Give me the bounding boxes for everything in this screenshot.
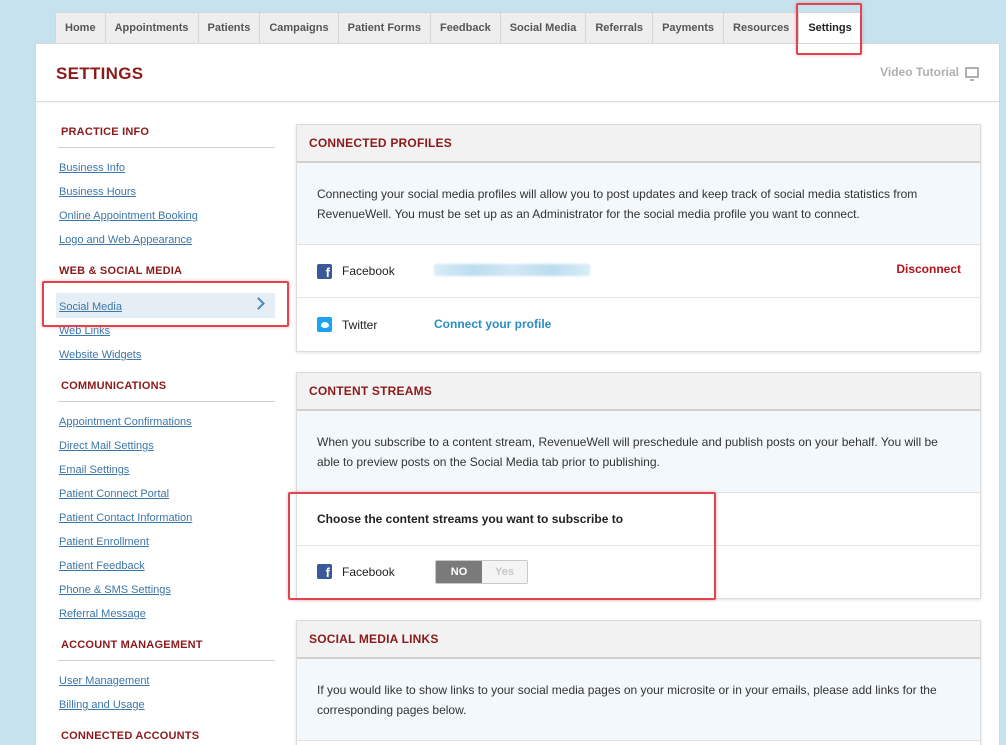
highlight-content-stream-toggle (288, 492, 716, 600)
sidebar-link-patient-contact-information[interactable]: Patient Contact Information (59, 512, 192, 524)
sidebar-link-patient-enrollment[interactable]: Patient Enrollment (59, 536, 149, 548)
facebook-profile-row: f Facebook Disconnect (297, 245, 980, 298)
twitter-icon (317, 317, 332, 332)
highlight-settings-tab (796, 3, 862, 55)
facebook-icon: f (317, 263, 332, 279)
connect-twitter-link[interactable]: Connect your profile (434, 317, 551, 331)
sidebar-link-phone-sms-settings[interactable]: Phone & SMS Settings (59, 584, 171, 596)
connected-profiles-panel: CONNECTED PROFILES Connecting your socia… (296, 124, 981, 352)
sidebar-link-patient-feedback[interactable]: Patient Feedback (59, 560, 145, 572)
sidebar-link-direct-mail-settings[interactable]: Direct Mail Settings (59, 440, 154, 452)
sidebar-divider (58, 147, 275, 148)
sidebar-link-business-hours[interactable]: Business Hours (59, 186, 136, 198)
tab-appointments[interactable]: Appointments (104, 12, 199, 43)
tab-patient-forms[interactable]: Patient Forms (337, 12, 431, 43)
content-streams-description-text: When you subscribe to a content stream, … (317, 434, 938, 469)
sidebar-link-online-appointment-booking[interactable]: Online Appointment Booking (59, 210, 198, 222)
social-media-links-description-text: If you would like to show links to your … (317, 682, 937, 717)
disconnect-facebook-link[interactable]: Disconnect (896, 262, 961, 276)
highlight-social-media-item (42, 281, 289, 327)
monitor-icon (965, 66, 979, 81)
sidebar-link-referral-message[interactable]: Referral Message (59, 608, 146, 620)
tab-payments[interactable]: Payments (652, 12, 725, 43)
sidebar-heading-web-social: WEB & SOCIAL MEDIA (59, 265, 183, 277)
video-tutorial-link[interactable]: Video Tutorial (880, 65, 979, 81)
sidebar-heading-connected-accounts: CONNECTED ACCOUNTS (61, 730, 200, 742)
tab-feedback[interactable]: Feedback (429, 12, 501, 43)
tab-referrals[interactable]: Referrals (585, 12, 654, 43)
blurred-profile-name (434, 264, 590, 276)
social-media-links-title: SOCIAL MEDIA LINKS (297, 621, 980, 659)
social-media-links-description: If you would like to show links to your … (297, 659, 980, 741)
sidebar-link-website-widgets[interactable]: Website Widgets (59, 349, 141, 361)
tab-social-media[interactable]: Social Media (499, 12, 587, 43)
sidebar-link-logo-web-appearance[interactable]: Logo and Web Appearance (59, 234, 192, 246)
sidebar-link-appointment-confirmations[interactable]: Appointment Confirmations (59, 416, 192, 428)
connected-profiles-description-text: Connecting your social media profiles wi… (317, 186, 918, 221)
facebook-label: Facebook (342, 264, 395, 278)
sidebar-link-billing-usage[interactable]: Billing and Usage (59, 699, 145, 711)
sidebar-heading-account-management: ACCOUNT MANAGEMENT (61, 639, 203, 651)
tab-patients[interactable]: Patients (197, 12, 261, 43)
sidebar-link-user-management[interactable]: User Management (59, 675, 150, 687)
settings-page: SETTINGS Video Tutorial PRACTICE INFO Bu… (35, 43, 1000, 745)
sidebar-link-patient-connect-portal[interactable]: Patient Connect Portal (59, 488, 169, 500)
video-tutorial-label: Video Tutorial (880, 65, 959, 79)
content-streams-description: When you subscribe to a content stream, … (297, 411, 980, 493)
connected-profiles-description: Connecting your social media profiles wi… (297, 163, 980, 245)
sidebar-link-business-info[interactable]: Business Info (59, 162, 125, 174)
sidebar-divider (58, 660, 275, 661)
sidebar-heading-communications: COMMUNICATIONS (61, 380, 167, 392)
tab-home[interactable]: Home (55, 12, 106, 43)
tab-resources[interactable]: Resources (723, 12, 800, 43)
twitter-profile-row: Twitter Connect your profile (297, 298, 980, 351)
sidebar-divider (58, 401, 275, 402)
top-nav: Home Appointments Patients Campaigns Pat… (55, 12, 862, 43)
tab-campaigns[interactable]: Campaigns (259, 12, 339, 43)
content-streams-title: CONTENT STREAMS (297, 373, 980, 411)
page-title: SETTINGS (56, 64, 144, 83)
sidebar-link-email-settings[interactable]: Email Settings (59, 464, 129, 476)
social-media-links-panel: SOCIAL MEDIA LINKS If you would like to … (296, 620, 981, 745)
connected-profiles-title: CONNECTED PROFILES (297, 125, 980, 163)
sidebar-heading-practice-info: PRACTICE INFO (61, 126, 150, 138)
twitter-label: Twitter (342, 317, 378, 332)
